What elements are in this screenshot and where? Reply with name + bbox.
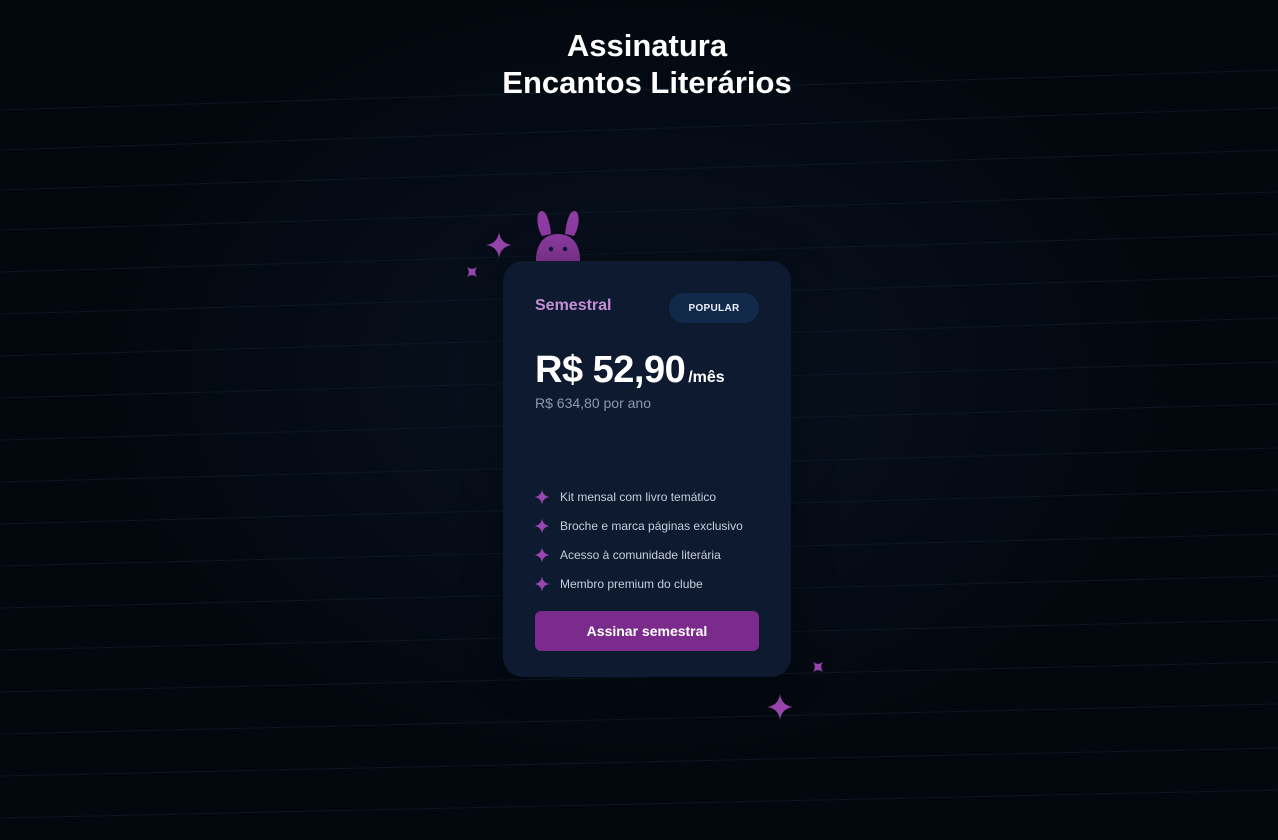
sparkle-icon [467,267,477,277]
feature-list: Kit mensal com livro temático Broche e m… [533,482,743,598]
yearly-total: R$ 634,80 por ano [535,395,651,411]
pricing-page: Assinatura Encantos Literários Semestral… [0,0,1278,840]
feature-label: Kit mensal com livro temático [560,489,717,504]
page-title: Assinatura Encantos Literários [0,27,1278,101]
plan-name: Semestral [535,297,612,314]
sparkle-icon [813,662,823,672]
feature-item: Membro premium do clube [533,569,743,598]
price-amount: R$ 52,90 [535,349,686,391]
feature-item: Acesso à comunidade literária [533,540,743,569]
sparkle-icon [533,575,551,593]
price-period: /mês [688,369,725,386]
sparkle-icon [533,517,551,535]
feature-label: Membro premium do clube [560,576,703,591]
bunny-icon [535,210,581,264]
popular-badge: POPULAR [669,293,759,323]
page-title-line2: Encantos Literários [502,65,792,100]
feature-item: Kit mensal com livro temático [533,482,743,511]
sparkle-icon [533,488,551,506]
page-title-line1: Assinatura [566,28,728,63]
subscribe-button[interactable]: Assinar semestral [535,611,759,651]
feature-item: Broche e marca páginas exclusivo [533,511,743,540]
price-row: R$ 52,90 /mês [535,349,725,392]
feature-label: Acesso à comunidade literária [560,547,721,562]
sparkle-icon [767,694,793,720]
sparkle-icon [486,232,512,258]
feature-label: Broche e marca páginas exclusivo [560,518,743,533]
sparkle-icon [533,546,551,564]
pricing-card: Semestral POPULAR R$ 52,90 /mês R$ 634,8… [503,261,791,677]
